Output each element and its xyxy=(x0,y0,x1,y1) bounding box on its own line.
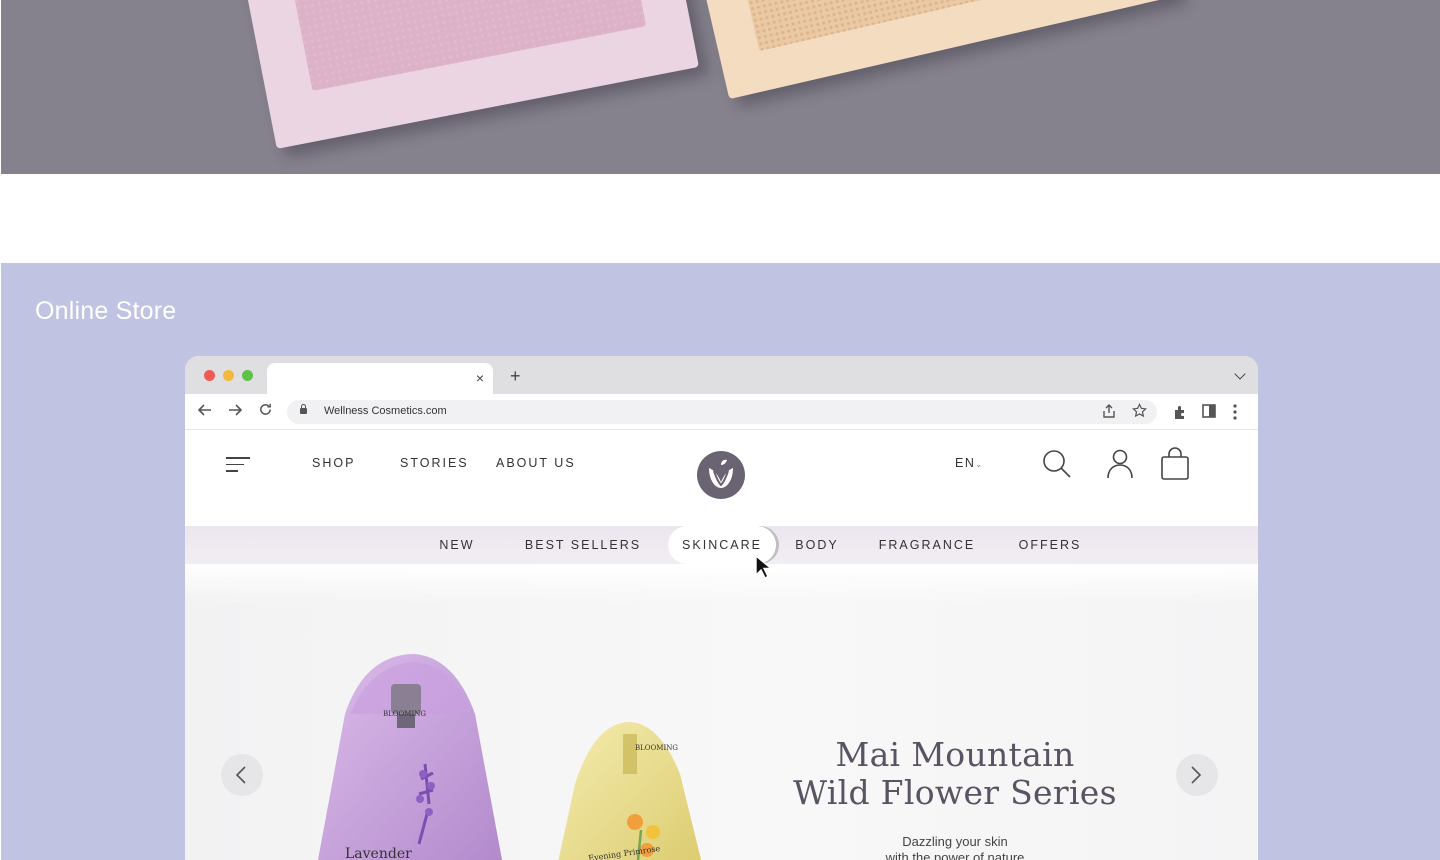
hero-title-line-2: Wild Flower Series xyxy=(793,773,1117,812)
hero-title-line-1: Mai Mountain xyxy=(835,735,1075,774)
nav-about-link[interactable]: ABOUT US xyxy=(496,456,576,470)
category-nav: NEW BEST SELLERS SKINCARE BODY FRAGRANCE… xyxy=(185,526,1258,564)
tab-strip: × + xyxy=(185,356,1258,394)
browser-window: × + Wellness Cosmetics.com SHOP STORIES … xyxy=(185,356,1258,860)
hero-title: Mai Mountain Wild Flower Series xyxy=(785,736,1125,812)
forward-arrow-icon[interactable] xyxy=(227,402,243,418)
lock-icon xyxy=(300,404,307,414)
category-offers[interactable]: OFFERS xyxy=(1011,526,1089,564)
category-fragrance[interactable]: FRAGRANCE xyxy=(871,526,983,564)
section-title: Online Store xyxy=(35,297,177,325)
carousel-next-button[interactable] xyxy=(1176,754,1218,796)
mouse-cursor-icon xyxy=(755,554,773,579)
account-icon[interactable] xyxy=(1107,449,1133,479)
search-icon[interactable] xyxy=(1042,449,1072,479)
hero-subtitle: Dazzling your skin with the power of nat… xyxy=(825,834,1085,860)
reload-icon[interactable] xyxy=(258,402,273,417)
share-icon[interactable] xyxy=(1102,403,1116,419)
perfume-bottles-image xyxy=(317,654,702,860)
bottle-right-brand: BLOOMING xyxy=(635,744,678,752)
nav-stories-link[interactable]: STORIES xyxy=(400,456,469,470)
brand-logo[interactable] xyxy=(697,451,745,499)
pink-pouch-image xyxy=(233,0,699,149)
bookmark-star-icon[interactable] xyxy=(1132,403,1147,418)
peach-pouch-image xyxy=(684,0,1178,100)
language-selector[interactable]: EN⌄ xyxy=(955,456,984,470)
category-new[interactable]: NEW xyxy=(425,526,489,564)
carousel-prev-button[interactable] xyxy=(221,754,263,796)
chevron-down-icon: ⌄ xyxy=(975,460,984,469)
hamburger-menu-icon[interactable] xyxy=(226,457,250,477)
address-bar[interactable]: Wellness Cosmetics.com xyxy=(287,400,1157,424)
more-menu-icon[interactable] xyxy=(1233,404,1237,420)
back-arrow-icon[interactable] xyxy=(197,402,213,418)
site-header: SHOP STORIES ABOUT US EN⌄ xyxy=(185,430,1258,526)
category-best-sellers[interactable]: BEST SELLERS xyxy=(513,526,653,564)
nav-shop-link[interactable]: SHOP xyxy=(312,456,355,470)
hero-banner: BLOOMING Lavender BLOOMING Evening Primr… xyxy=(185,564,1258,860)
online-store-section: Online Store × + Wellness Cosmetics.com xyxy=(1,263,1440,860)
browser-tab[interactable]: × xyxy=(267,363,493,394)
shopping-bag-icon[interactable] xyxy=(1160,447,1190,481)
leaf-logo-icon xyxy=(709,459,733,488)
chevron-left-icon xyxy=(235,766,246,784)
chevron-right-icon xyxy=(1191,766,1202,784)
bottle-left-brand: BLOOMING xyxy=(383,710,426,718)
close-window-button[interactable] xyxy=(204,370,215,381)
hero-subtitle-line-1: Dazzling your skin xyxy=(902,834,1008,849)
bottle-left-label: Lavender xyxy=(345,846,412,860)
tab-close-icon[interactable]: × xyxy=(476,370,484,386)
browser-toolbar: Wellness Cosmetics.com xyxy=(185,394,1258,430)
hero-subtitle-line-2: with the power of nature xyxy=(885,850,1025,860)
language-label: EN xyxy=(955,456,976,470)
chevron-down-icon[interactable] xyxy=(1234,368,1246,380)
maximize-window-button[interactable] xyxy=(242,370,253,381)
new-tab-button[interactable]: + xyxy=(510,367,521,385)
minimize-window-button[interactable] xyxy=(223,370,234,381)
url-text: Wellness Cosmetics.com xyxy=(324,405,447,417)
extensions-icon[interactable] xyxy=(1172,404,1188,420)
category-body[interactable]: BODY xyxy=(786,526,848,564)
side-panel-icon[interactable] xyxy=(1202,404,1216,418)
product-photo-band xyxy=(1,0,1440,174)
